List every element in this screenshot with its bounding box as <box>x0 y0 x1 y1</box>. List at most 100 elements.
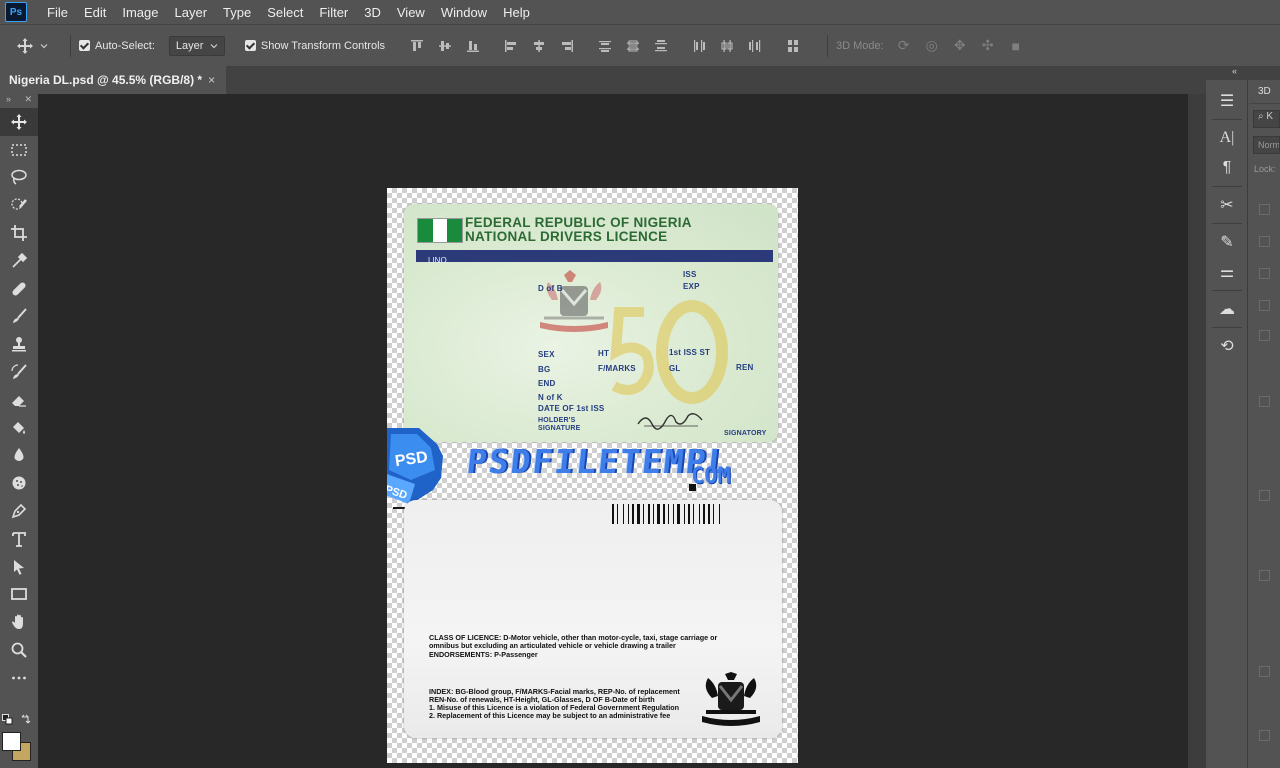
layer-visibility-checkbox[interactable] <box>1259 490 1270 501</box>
character-panel-icon[interactable]: A| <box>1206 123 1248 153</box>
align-horizontal-centers-icon[interactable] <box>531 38 547 54</box>
distribute-bottom-icon[interactable] <box>653 38 669 54</box>
brush-settings-icon[interactable]: ✎ <box>1206 227 1248 257</box>
barcode-bar <box>703 504 705 524</box>
menu-layer[interactable]: Layer <box>167 5 216 20</box>
swap-colors-icon[interactable] <box>20 714 31 725</box>
layer-visibility-checkbox[interactable] <box>1259 330 1270 341</box>
distribute-vertical-centers-icon[interactable] <box>625 38 641 54</box>
distribute-horizontal-centers-icon[interactable] <box>719 38 735 54</box>
menu-view[interactable]: View <box>389 5 433 20</box>
quick-select-tool[interactable] <box>0 191 38 219</box>
libraries-icon[interactable]: ☁ <box>1206 294 1248 324</box>
default-colors-icon[interactable] <box>2 714 13 725</box>
paint-bucket-tool[interactable] <box>0 414 38 442</box>
align-left-edges-icon[interactable] <box>503 38 519 54</box>
vertical-scrollbar[interactable] <box>1188 94 1206 768</box>
canvas-area[interactable]: FEDERAL REPUBLIC OF NIGERIA NATIONAL DRI… <box>38 94 1188 768</box>
zoom-tool[interactable] <box>0 636 38 664</box>
healing-tool[interactable] <box>0 275 38 303</box>
collapse-icon[interactable]: » <box>6 94 11 108</box>
close-icon[interactable]: × <box>208 73 215 87</box>
brush-tool[interactable] <box>0 303 38 331</box>
tab-3d[interactable]: 3D <box>1249 80 1280 104</box>
collapse-panels-icon[interactable]: « <box>1232 66 1237 76</box>
marquee-tool[interactable] <box>0 136 38 164</box>
document-canvas[interactable]: FEDERAL REPUBLIC OF NIGERIA NATIONAL DRI… <box>387 188 798 763</box>
tool-preset-picker[interactable] <box>16 37 48 55</box>
type-tool[interactable] <box>0 525 38 553</box>
menu-edit[interactable]: Edit <box>76 5 114 20</box>
menu-type[interactable]: Type <box>215 5 259 20</box>
menu-window[interactable]: Window <box>433 5 495 20</box>
hand-tool[interactable] <box>0 608 38 636</box>
layer-visibility-checkbox[interactable] <box>1259 396 1270 407</box>
separator <box>70 34 71 57</box>
barcode-bar <box>668 504 669 524</box>
adjustments-icon[interactable]: ⚌ <box>1206 257 1248 287</box>
eyedropper-tool[interactable] <box>0 247 38 275</box>
layer-visibility-checkbox[interactable] <box>1259 300 1270 311</box>
distribute-left-icon[interactable] <box>691 38 707 54</box>
distribute-top-icon[interactable] <box>597 38 613 54</box>
menu-file[interactable]: File <box>39 5 76 20</box>
dodge-tool[interactable] <box>0 469 38 497</box>
rectangle-tool[interactable] <box>0 581 38 609</box>
auto-select-target-dropdown[interactable]: Layer <box>168 35 225 56</box>
3d-roll-icon[interactable]: ◎ <box>922 36 942 56</box>
foreground-color-swatch[interactable] <box>2 732 21 751</box>
eraser-tool[interactable] <box>0 386 38 414</box>
barcode-bar <box>695 504 698 524</box>
sponge-icon <box>12 476 26 490</box>
history-brush-tool[interactable] <box>0 358 38 386</box>
tools-preset-icon[interactable]: ✂ <box>1206 190 1248 220</box>
properties-panel-icon[interactable]: ☰ <box>1206 86 1248 116</box>
menu-3d[interactable]: 3D <box>356 5 389 20</box>
auto-align-layers-icon[interactable] <box>785 38 801 54</box>
pen-tool[interactable] <box>0 497 38 525</box>
layer-filter-search[interactable]: ⌕ K <box>1253 110 1280 128</box>
layer-visibility-checkbox[interactable] <box>1259 236 1270 247</box>
blur-tool[interactable] <box>0 442 38 470</box>
card-title-line2: NATIONAL DRIVERS LICENCE <box>465 229 668 244</box>
auto-select-checkbox[interactable]: Auto-Select: <box>79 40 155 52</box>
align-bottom-edges-icon[interactable] <box>465 38 481 54</box>
close-icon[interactable]: ✕ <box>24 94 32 108</box>
3d-slide-icon[interactable]: ✣ <box>978 36 998 56</box>
blend-mode-dropdown[interactable]: Norm <box>1253 136 1280 154</box>
barcode-bar <box>630 504 631 524</box>
barcode-bar <box>612 504 614 524</box>
paragraph-panel-icon[interactable]: ¶ <box>1206 153 1248 183</box>
3d-camera-icon[interactable]: ■ <box>1006 36 1026 56</box>
history-icon[interactable]: ⟲ <box>1206 331 1248 361</box>
align-horizontal-buttons <box>503 38 575 54</box>
crop-tool[interactable] <box>0 219 38 247</box>
distribute-right-icon[interactable] <box>747 38 763 54</box>
layer-visibility-checkbox[interactable] <box>1259 570 1270 581</box>
move-tool[interactable] <box>0 108 38 136</box>
menu-help[interactable]: Help <box>495 5 538 20</box>
menu-filter[interactable]: Filter <box>311 5 356 20</box>
layer-visibility-checkbox[interactable] <box>1259 204 1270 215</box>
barcode-bar <box>670 504 672 524</box>
align-top-edges-icon[interactable] <box>409 38 425 54</box>
layer-visibility-checkbox[interactable] <box>1259 730 1270 741</box>
menu-select[interactable]: Select <box>259 5 311 20</box>
layer-visibility-checkbox[interactable] <box>1259 268 1270 279</box>
index-line4: 2. Replacement of this Licence may be su… <box>429 711 671 720</box>
path-select-tool[interactable] <box>0 553 38 581</box>
separator <box>827 34 829 57</box>
align-right-edges-icon[interactable] <box>559 38 575 54</box>
layer-visibility-checkbox[interactable] <box>1259 666 1270 677</box>
bandage-icon <box>12 282 26 296</box>
lasso-tool[interactable] <box>0 164 38 192</box>
menu-image[interactable]: Image <box>114 5 166 20</box>
stamp-tool[interactable] <box>0 330 38 358</box>
document-tab[interactable]: Nigeria DL.psd @ 45.5% (RGB/8) * × <box>0 66 226 94</box>
align-vertical-centers-icon[interactable] <box>437 38 453 54</box>
3d-orbit-icon[interactable]: ⟳ <box>894 36 914 56</box>
show-transform-controls-checkbox[interactable]: Show Transform Controls <box>244 40 385 52</box>
barcode-bar <box>651 504 652 524</box>
more-tools[interactable] <box>0 664 38 692</box>
3d-pan-icon[interactable]: ✥ <box>950 36 970 56</box>
